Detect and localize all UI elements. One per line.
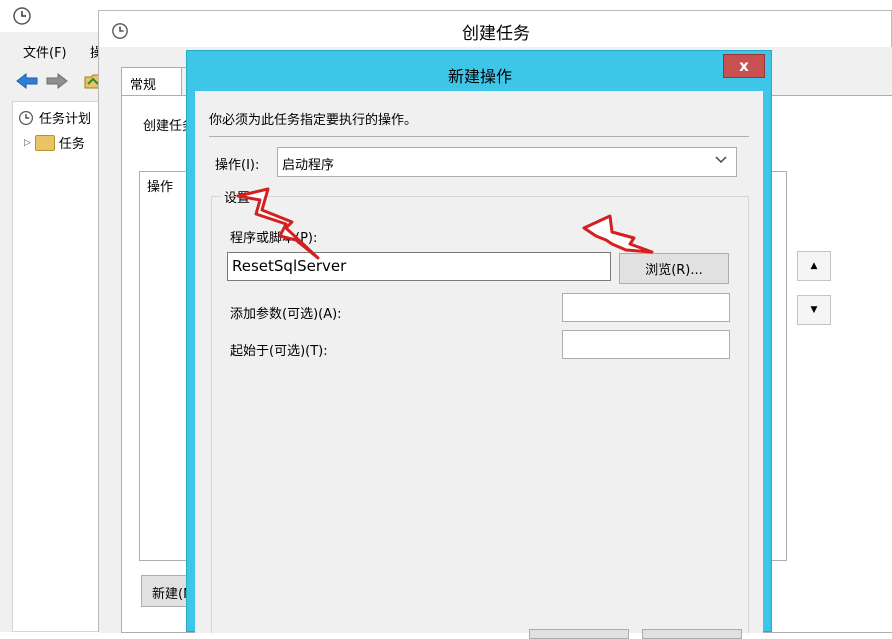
annotation-arrow <box>582 214 654 254</box>
annotation-overlay <box>236 187 654 260</box>
annotation-arrow <box>236 187 320 260</box>
